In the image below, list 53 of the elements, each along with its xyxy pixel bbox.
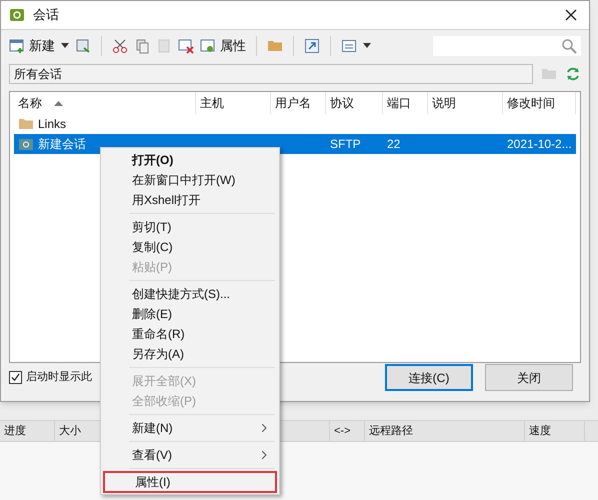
column-header[interactable]: 主机 bbox=[196, 92, 271, 114]
new-button[interactable]: 新建 bbox=[9, 36, 55, 56]
column-header[interactable]: 远程路径 bbox=[369, 422, 413, 440]
cut-icon[interactable] bbox=[112, 38, 128, 54]
column-header[interactable]: 端口 bbox=[383, 92, 428, 114]
table-cell-text: SFTP bbox=[330, 136, 361, 153]
table-cell-text: 2021-10-2... bbox=[507, 136, 572, 153]
dialog-button[interactable]: 连接(C) bbox=[385, 364, 473, 391]
delete-icon[interactable] bbox=[178, 38, 194, 54]
checkbox-label: 启动时显示此 bbox=[26, 370, 92, 386]
column-header[interactable]: <-> bbox=[334, 422, 351, 440]
checkbox[interactable] bbox=[9, 371, 22, 384]
window-title: 会话 bbox=[33, 6, 60, 24]
column-header[interactable]: 速度 bbox=[529, 422, 551, 440]
menu-item[interactable]: 剪切(T) bbox=[101, 217, 279, 237]
menu-item[interactable]: 删除(E) bbox=[101, 304, 279, 324]
column-header[interactable]: 协议 bbox=[326, 92, 383, 114]
search-icon bbox=[561, 38, 577, 54]
menu-item[interactable]: 新建(N) bbox=[101, 418, 279, 438]
shortcut-icon[interactable] bbox=[304, 38, 320, 54]
menu-item[interactable]: 在新窗口中打开(W) bbox=[101, 170, 279, 190]
menu-item[interactable]: 创建快捷方式(S)... bbox=[101, 284, 279, 304]
menu-item[interactable]: 重命名(R) bbox=[101, 324, 279, 344]
table-cell-text: 22 bbox=[387, 136, 400, 153]
copy-icon[interactable] bbox=[134, 38, 150, 54]
menu-item[interactable]: 复制(C) bbox=[101, 237, 279, 257]
session-row[interactable]: Links bbox=[14, 114, 576, 134]
column-header[interactable]: 用户名 bbox=[271, 92, 326, 114]
path-field[interactable]: 所有会话 bbox=[9, 64, 533, 84]
column-header[interactable]: 名称 bbox=[14, 92, 196, 114]
caret-icon[interactable] bbox=[61, 43, 69, 48]
refresh-icon[interactable] bbox=[565, 66, 581, 82]
dialog-button[interactable]: 关闭 bbox=[485, 364, 573, 391]
menu-item[interactable]: 属性(I) bbox=[104, 472, 276, 492]
caret-icon[interactable] bbox=[363, 43, 371, 48]
table-cell-text: 新建会话 bbox=[38, 136, 86, 153]
app-icon bbox=[9, 7, 25, 23]
menu-item[interactable]: 另存为(A) bbox=[101, 344, 279, 364]
menu-item[interactable]: 查看(V) bbox=[101, 445, 279, 465]
new-window-icon bbox=[9, 38, 25, 54]
session-icon[interactable] bbox=[18, 136, 34, 152]
close-icon[interactable] bbox=[565, 9, 577, 21]
search-field[interactable] bbox=[433, 36, 581, 56]
menu-item[interactable]: 用Xshell打开 bbox=[101, 190, 279, 210]
table-cell-text: Links bbox=[38, 116, 66, 133]
column-header[interactable]: 修改时间 bbox=[503, 92, 576, 114]
properties-button[interactable]: 属性 bbox=[200, 36, 246, 56]
column-header[interactable]: 说明 bbox=[428, 92, 503, 114]
column-header[interactable]: 大小 bbox=[59, 422, 81, 440]
check-icon bbox=[11, 373, 20, 382]
sort-arrow-icon bbox=[54, 100, 63, 106]
list-view-icon[interactable] bbox=[341, 38, 357, 54]
column-header[interactable]: 进度 bbox=[4, 422, 26, 440]
